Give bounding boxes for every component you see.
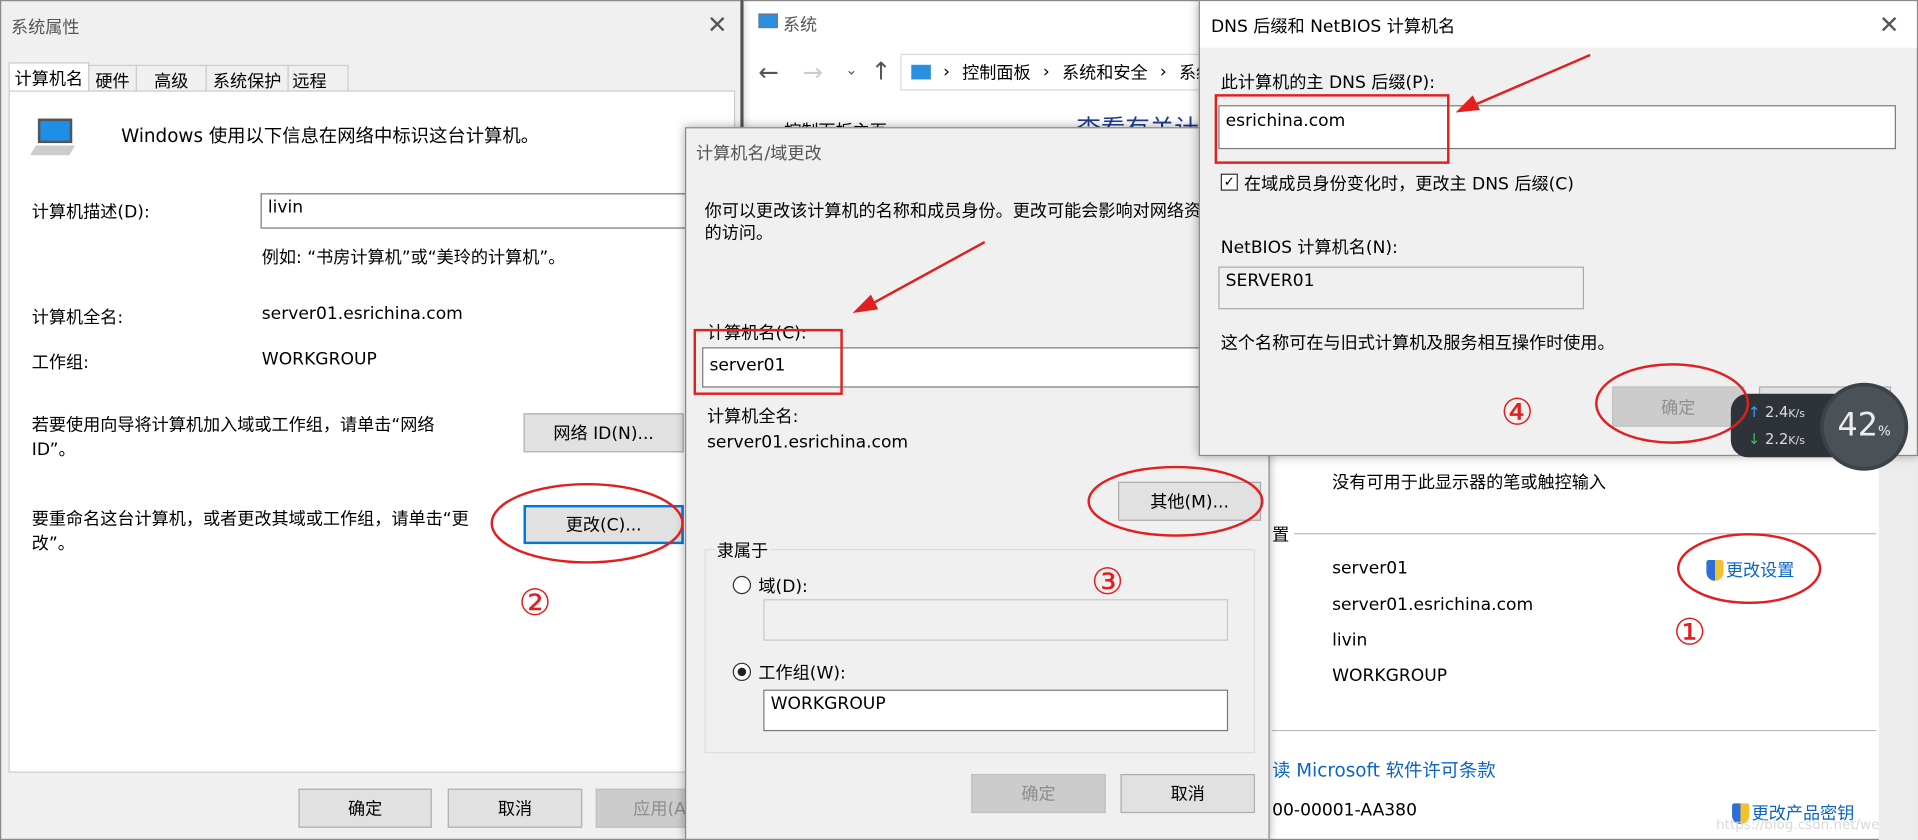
more-button[interactable]: 其他(M)... <box>1118 481 1262 521</box>
window-title: 系统 <box>782 15 818 36</box>
breadcrumb-item[interactable]: 系统和安全 <box>1062 60 1148 84</box>
step-1-label: ① <box>1673 611 1707 655</box>
intro-text: 你可以更改该计算机的名称和成员身份。更改可能会影响对网络资源 <box>704 201 1219 222</box>
computer-icon <box>758 13 778 29</box>
cancel-button[interactable]: 取消 <box>447 788 583 828</box>
change-suffix-checkbox[interactable]: ✓ <box>1220 173 1238 191</box>
upload-arrow-icon: ↑ <box>1747 403 1761 421</box>
cpu-unit: % <box>1877 423 1891 439</box>
dns-suffix-label: 此计算机的主 DNS 后缀(P): <box>1220 73 1435 93</box>
ok-button[interactable]: 确定 <box>298 788 432 828</box>
full-name-label: 计算机全名: <box>707 407 799 427</box>
recent-dropdown[interactable]: ⌄ <box>845 61 857 78</box>
description-label: 计算机描述(D): <box>31 202 150 223</box>
product-id: 00-00001-AA380 <box>1272 800 1417 821</box>
change-suffix-label: 在域成员身份变化时，更改主 DNS 后缀(C) <box>1243 174 1574 195</box>
workgroup-label: 工作组(W): <box>758 663 846 684</box>
cpu-usage-gauge[interactable]: 42% <box>1820 382 1909 471</box>
dns-suffix-dialog: DNS 后缀和 NetBIOS 计算机名 ✕ 此计算机的主 DNS 后缀(P):… <box>1198 0 1918 457</box>
rename-text: 要重命名这台计算机，或者更改其域或工作组，请单击“更 <box>31 509 469 530</box>
wizard-text-cont: ID”。 <box>31 440 76 460</box>
netbios-label: NetBIOS 计算机名(N): <box>1220 238 1398 258</box>
full-name-value: server01.esrichina.com <box>261 304 463 325</box>
window-title: 系统属性 <box>11 18 80 38</box>
intro-text: Windows 使用以下信息在网络中标识这台计算机。 <box>121 124 540 147</box>
description-input[interactable]: livin <box>260 193 689 229</box>
computer-name-label: 计算机名(C): <box>707 324 807 344</box>
download-unit: K/s <box>1788 435 1805 448</box>
workgroup-radio[interactable] <box>732 662 752 682</box>
change-button[interactable]: 更改(C)... <box>523 504 684 545</box>
change-settings-link[interactable]: 更改设置 <box>1706 558 1794 582</box>
netbios-note: 这个名称可在与旧式计算机及服务相互操作时使用。 <box>1220 333 1615 354</box>
close-icon[interactable]: ✕ <box>1879 10 1900 39</box>
computer-icon <box>911 64 931 80</box>
up-button[interactable]: ↑ <box>871 56 892 85</box>
workgroup-label: 工作组: <box>31 353 89 373</box>
workgroup-input[interactable]: WORKGROUP <box>763 689 1229 732</box>
section-title: 置 <box>1272 525 1290 546</box>
close-icon[interactable]: ✕ <box>707 10 728 39</box>
example-text: 例如: “书房计算机”或“美玲的计算机”。 <box>261 248 566 268</box>
dialog-title: DNS 后缀和 NetBIOS 计算机名 <box>1210 17 1456 37</box>
upload-unit: K/s <box>1788 408 1805 421</box>
ok-button[interactable]: 确定 <box>1612 386 1745 427</box>
cancel-button[interactable]: 取消 <box>1120 773 1256 814</box>
description-value: livin <box>1332 630 1368 651</box>
full-name-value: server01.esrichina.com <box>707 432 909 453</box>
divider <box>1272 729 1877 732</box>
license-link[interactable]: 读 Microsoft 软件许可条款 <box>1272 757 1496 783</box>
full-name-label: 计算机全名: <box>31 308 124 328</box>
workgroup-value: WORKGROUP <box>261 349 377 370</box>
domain-input[interactable] <box>763 599 1229 641</box>
back-button[interactable]: ← <box>758 57 779 86</box>
pen-touch-text: 没有可用于此显示器的笔或触控输入 <box>1332 473 1607 493</box>
domain-radio[interactable] <box>732 575 752 595</box>
upload-speed: 2.4 <box>1764 403 1789 421</box>
domain-label: 域(D): <box>758 577 808 597</box>
download-speed: 2.2 <box>1764 430 1789 448</box>
computer-name-input[interactable]: server01 <box>702 347 1270 388</box>
dns-suffix-input[interactable]: esrichina.com <box>1218 105 1896 150</box>
chevron-icon: › <box>1159 62 1167 82</box>
download-arrow-icon: ↓ <box>1747 430 1761 448</box>
ok-button[interactable]: 确定 <box>971 773 1106 814</box>
rename-dialog: 计算机名/域更改 你可以更改该计算机的名称和成员身份。更改可能会影响对网络资源 … <box>684 127 1270 840</box>
intro-text-cont: 的访问。 <box>704 223 774 244</box>
wizard-text: 若要使用向导将计算机加入域或工作组，请单击“网络 <box>31 415 435 436</box>
breadcrumb-item[interactable]: 控制面板 <box>962 60 1030 84</box>
divider <box>1294 533 1877 535</box>
network-id-button[interactable]: 网络 ID(N)... <box>523 413 684 453</box>
full-name-value: server01.esrichina.com <box>1332 595 1534 616</box>
computer-icon <box>37 118 73 144</box>
computer-name-value: server01 <box>1332 558 1409 579</box>
netbios-name-field: SERVER01 <box>1218 266 1585 310</box>
rename-text-cont: 改”。 <box>31 534 75 554</box>
chevron-icon: › <box>1042 62 1050 82</box>
step-4-label: ④ <box>1500 391 1534 435</box>
uac-shield-icon <box>1706 559 1724 581</box>
keyboard-icon <box>30 145 75 156</box>
step-2-label: ② <box>518 582 552 625</box>
chevron-icon: › <box>943 62 950 82</box>
cpu-percent: 42 <box>1837 407 1878 444</box>
member-of-label: 隶属于 <box>714 537 771 563</box>
forward-button[interactable]: → <box>802 57 823 86</box>
step-3-label: ③ <box>1091 561 1125 605</box>
system-properties-window: 系统属性 ✕ 计算机名 硬件 高级 系统保护 远程 Windows 使用以下信息… <box>0 0 742 840</box>
dialog-title: 计算机名/域更改 <box>696 144 822 164</box>
workgroup-value: WORKGROUP <box>1332 666 1448 686</box>
